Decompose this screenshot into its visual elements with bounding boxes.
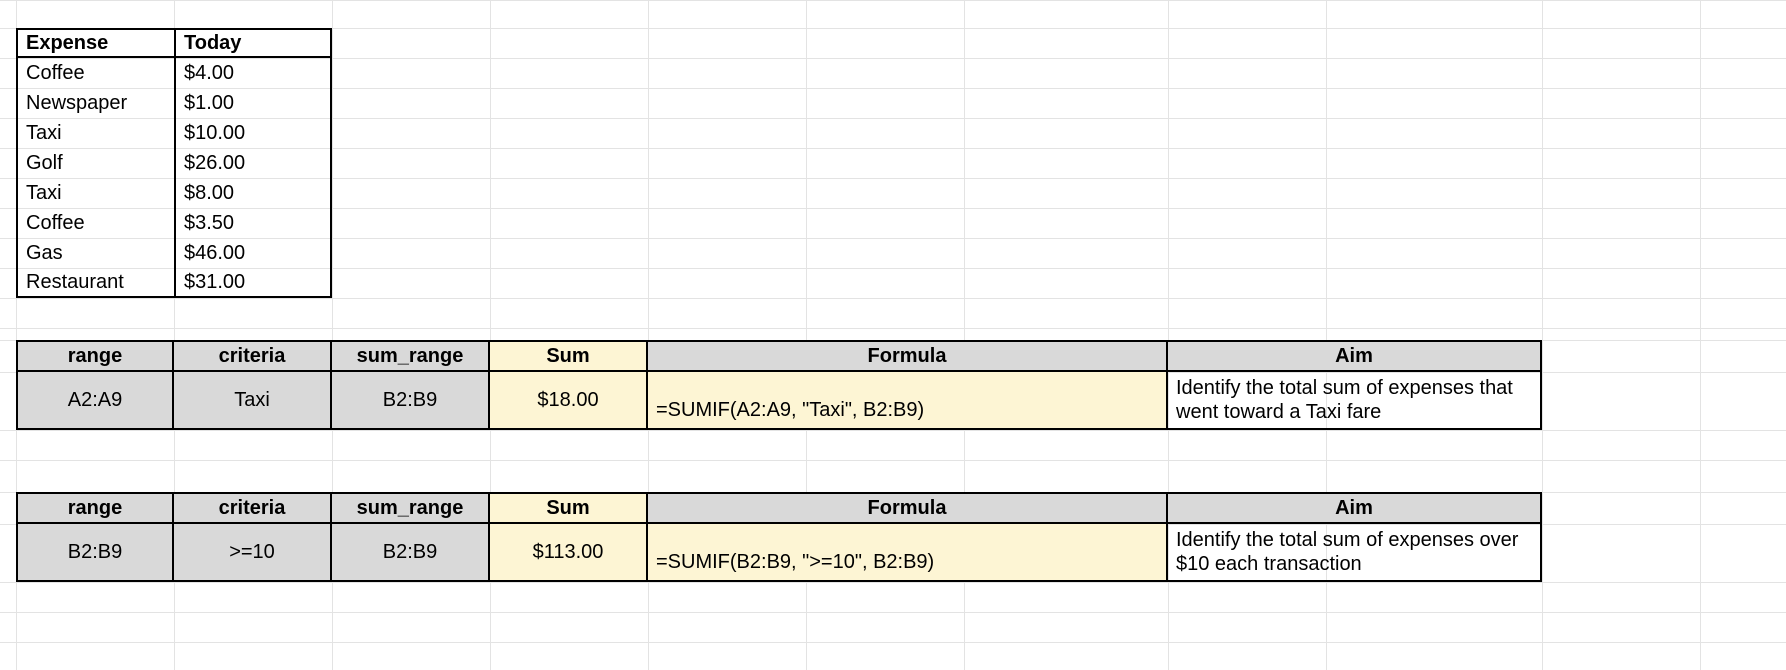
table-cell[interactable]: Newspaper (16, 88, 174, 118)
formula1-aim[interactable]: Identify the total sum of expenses that … (1168, 372, 1542, 430)
table-cell[interactable]: Gas (16, 238, 174, 268)
expense-header-expense[interactable]: Expense (16, 28, 174, 58)
table-cell[interactable]: $10.00 (174, 118, 332, 148)
spreadsheet-grid[interactable]: Expense Today Coffee $4.00 Newspaper $1.… (0, 0, 1786, 670)
formula2-header-criteria[interactable]: criteria (174, 492, 332, 524)
formula2-header-formula[interactable]: Formula (648, 492, 1168, 524)
formula2-header-aim[interactable]: Aim (1168, 492, 1542, 524)
table-cell[interactable]: Coffee (16, 58, 174, 88)
formula1-header-sum[interactable]: Sum (490, 340, 648, 372)
table-cell[interactable]: Taxi (16, 118, 174, 148)
formula2-formula[interactable]: =SUMIF(B2:B9, ">=10", B2:B9) (648, 524, 1168, 582)
formula1-range[interactable]: A2:A9 (16, 372, 174, 430)
table-cell[interactable]: $31.00 (174, 268, 332, 298)
formula1-formula[interactable]: =SUMIF(A2:A9, "Taxi", B2:B9) (648, 372, 1168, 430)
table-cell[interactable]: Coffee (16, 208, 174, 238)
table-cell[interactable]: $4.00 (174, 58, 332, 88)
table-cell[interactable]: $8.00 (174, 178, 332, 208)
formula1-sum[interactable]: $18.00 (490, 372, 648, 430)
formula2-header-range[interactable]: range (16, 492, 174, 524)
formula2-sum[interactable]: $113.00 (490, 524, 648, 582)
formula2-header-sum[interactable]: Sum (490, 492, 648, 524)
formula2-aim[interactable]: Identify the total sum of expenses over … (1168, 524, 1542, 582)
formula1-header-formula[interactable]: Formula (648, 340, 1168, 372)
formula2-range[interactable]: B2:B9 (16, 524, 174, 582)
formula1-header-range[interactable]: range (16, 340, 174, 372)
table-cell[interactable]: $26.00 (174, 148, 332, 178)
formula1-header-sumrange[interactable]: sum_range (332, 340, 490, 372)
formula2-header-sumrange[interactable]: sum_range (332, 492, 490, 524)
table-cell[interactable]: Golf (16, 148, 174, 178)
formula1-header-criteria[interactable]: criteria (174, 340, 332, 372)
table-cell[interactable]: $1.00 (174, 88, 332, 118)
table-cell[interactable]: Taxi (16, 178, 174, 208)
formula1-criteria[interactable]: Taxi (174, 372, 332, 430)
formula1-header-aim[interactable]: Aim (1168, 340, 1542, 372)
expense-header-today[interactable]: Today (174, 28, 332, 58)
formula1-sumrange[interactable]: B2:B9 (332, 372, 490, 430)
formula2-sumrange[interactable]: B2:B9 (332, 524, 490, 582)
table-cell[interactable]: $3.50 (174, 208, 332, 238)
formula2-criteria[interactable]: >=10 (174, 524, 332, 582)
table-cell[interactable]: $46.00 (174, 238, 332, 268)
table-cell[interactable]: Restaurant (16, 268, 174, 298)
